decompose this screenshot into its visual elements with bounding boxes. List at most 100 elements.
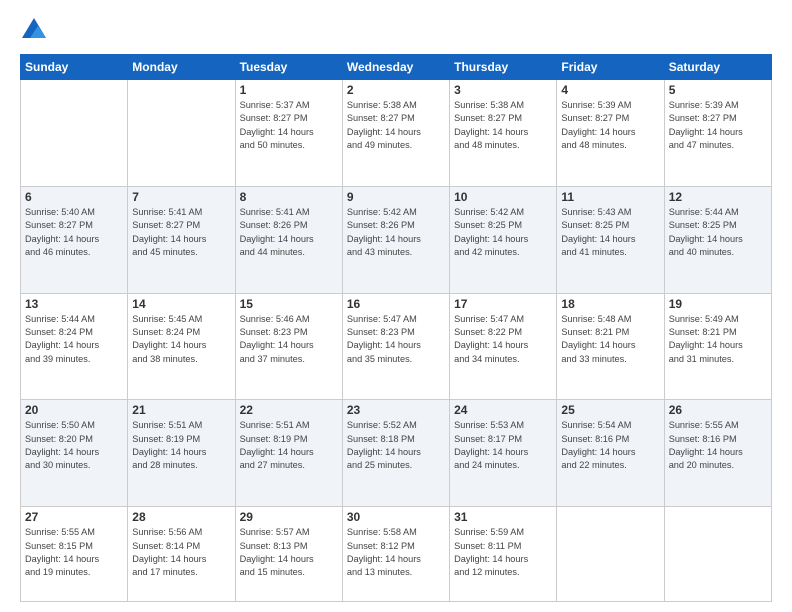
calendar-cell: 25 Sunrise: 5:54 AM Sunset: 8:16 PM Dayli… [557,400,664,507]
day-info: Sunrise: 5:45 AM Sunset: 8:24 PM Dayligh… [132,313,230,366]
day-number: 9 [347,190,445,204]
calendar-cell: 10 Sunrise: 5:42 AM Sunset: 8:25 PM Dayli… [450,186,557,293]
calendar-cell: 3 Sunrise: 5:38 AM Sunset: 8:27 PM Daylig… [450,80,557,187]
weekday-header-tuesday: Tuesday [235,55,342,80]
day-info: Sunrise: 5:51 AM Sunset: 8:19 PM Dayligh… [240,419,338,472]
day-number: 7 [132,190,230,204]
day-info: Sunrise: 5:59 AM Sunset: 8:11 PM Dayligh… [454,526,552,579]
day-number: 25 [561,403,659,417]
calendar-cell: 7 Sunrise: 5:41 AM Sunset: 8:27 PM Daylig… [128,186,235,293]
day-number: 29 [240,510,338,524]
day-info: Sunrise: 5:40 AM Sunset: 8:27 PM Dayligh… [25,206,123,259]
day-number: 26 [669,403,767,417]
calendar-cell: 23 Sunrise: 5:52 AM Sunset: 8:18 PM Dayli… [342,400,449,507]
day-info: Sunrise: 5:39 AM Sunset: 8:27 PM Dayligh… [669,99,767,152]
calendar-week-row: 6 Sunrise: 5:40 AM Sunset: 8:27 PM Daylig… [21,186,772,293]
weekday-header-sunday: Sunday [21,55,128,80]
day-info: Sunrise: 5:50 AM Sunset: 8:20 PM Dayligh… [25,419,123,472]
day-info: Sunrise: 5:48 AM Sunset: 8:21 PM Dayligh… [561,313,659,366]
weekday-header-monday: Monday [128,55,235,80]
calendar-cell: 24 Sunrise: 5:53 AM Sunset: 8:17 PM Dayli… [450,400,557,507]
day-info: Sunrise: 5:44 AM Sunset: 8:25 PM Dayligh… [669,206,767,259]
day-info: Sunrise: 5:38 AM Sunset: 8:27 PM Dayligh… [454,99,552,152]
calendar-cell [557,507,664,602]
calendar-cell: 15 Sunrise: 5:46 AM Sunset: 8:23 PM Dayli… [235,293,342,400]
day-info: Sunrise: 5:47 AM Sunset: 8:23 PM Dayligh… [347,313,445,366]
day-number: 4 [561,83,659,97]
day-number: 11 [561,190,659,204]
header [20,16,772,44]
day-number: 12 [669,190,767,204]
calendar-cell: 17Sunrise: 5:47 AM Sunset: 8:22 PM Dayli… [450,293,557,400]
calendar-cell: 18 Sunrise: 5:48 AM Sunset: 8:21 PM Dayli… [557,293,664,400]
calendar-cell [21,80,128,187]
calendar-cell: 11Sunrise: 5:43 AM Sunset: 8:25 PM Dayli… [557,186,664,293]
calendar-cell: 26 Sunrise: 5:55 AM Sunset: 8:16 PM Dayli… [664,400,771,507]
calendar-cell: 20 Sunrise: 5:50 AM Sunset: 8:20 PM Dayli… [21,400,128,507]
day-info: Sunrise: 5:46 AM Sunset: 8:23 PM Dayligh… [240,313,338,366]
day-number: 27 [25,510,123,524]
day-number: 13 [25,297,123,311]
day-info: Sunrise: 5:54 AM Sunset: 8:16 PM Dayligh… [561,419,659,472]
day-number: 15 [240,297,338,311]
calendar-cell: 13 Sunrise: 5:44 AM Sunset: 8:24 PM Dayli… [21,293,128,400]
day-number: 16 [347,297,445,311]
calendar-cell: 19 Sunrise: 5:49 AM Sunset: 8:21 PM Dayli… [664,293,771,400]
calendar-cell: 28 Sunrise: 5:56 AM Sunset: 8:14 PM Dayli… [128,507,235,602]
calendar-cell: 12 Sunrise: 5:44 AM Sunset: 8:25 PM Dayli… [664,186,771,293]
day-info: Sunrise: 5:58 AM Sunset: 8:12 PM Dayligh… [347,526,445,579]
day-number: 10 [454,190,552,204]
day-number: 24 [454,403,552,417]
calendar-cell: 14Sunrise: 5:45 AM Sunset: 8:24 PM Dayli… [128,293,235,400]
day-info: Sunrise: 5:51 AM Sunset: 8:19 PM Dayligh… [132,419,230,472]
day-info: Sunrise: 5:41 AM Sunset: 8:26 PM Dayligh… [240,206,338,259]
day-info: Sunrise: 5:52 AM Sunset: 8:18 PM Dayligh… [347,419,445,472]
day-number: 20 [25,403,123,417]
day-info: Sunrise: 5:56 AM Sunset: 8:14 PM Dayligh… [132,526,230,579]
day-info: Sunrise: 5:44 AM Sunset: 8:24 PM Dayligh… [25,313,123,366]
day-number: 18 [561,297,659,311]
day-number: 30 [347,510,445,524]
day-number: 6 [25,190,123,204]
day-number: 5 [669,83,767,97]
calendar-cell: 22Sunrise: 5:51 AM Sunset: 8:19 PM Dayli… [235,400,342,507]
logo [20,16,52,44]
page: SundayMondayTuesdayWednesdayThursdayFrid… [0,0,792,612]
day-info: Sunrise: 5:55 AM Sunset: 8:15 PM Dayligh… [25,526,123,579]
day-info: Sunrise: 5:47 AM Sunset: 8:22 PM Dayligh… [454,313,552,366]
calendar-cell [664,507,771,602]
day-number: 19 [669,297,767,311]
calendar-week-row: 20 Sunrise: 5:50 AM Sunset: 8:20 PM Dayli… [21,400,772,507]
calendar-week-row: 13 Sunrise: 5:44 AM Sunset: 8:24 PM Dayli… [21,293,772,400]
calendar-cell: 31Sunrise: 5:59 AM Sunset: 8:11 PM Dayli… [450,507,557,602]
calendar-cell: 2Sunrise: 5:38 AM Sunset: 8:27 PM Daylig… [342,80,449,187]
day-number: 1 [240,83,338,97]
calendar-table: SundayMondayTuesdayWednesdayThursdayFrid… [20,54,772,602]
calendar-cell: 21Sunrise: 5:51 AM Sunset: 8:19 PM Dayli… [128,400,235,507]
weekday-header-friday: Friday [557,55,664,80]
day-info: Sunrise: 5:42 AM Sunset: 8:25 PM Dayligh… [454,206,552,259]
day-info: Sunrise: 5:57 AM Sunset: 8:13 PM Dayligh… [240,526,338,579]
calendar-week-row: 1 Sunrise: 5:37 AM Sunset: 8:27 PM Daylig… [21,80,772,187]
day-info: Sunrise: 5:37 AM Sunset: 8:27 PM Dayligh… [240,99,338,152]
day-info: Sunrise: 5:49 AM Sunset: 8:21 PM Dayligh… [669,313,767,366]
weekday-header-wednesday: Wednesday [342,55,449,80]
weekday-header-thursday: Thursday [450,55,557,80]
calendar-cell: 1 Sunrise: 5:37 AM Sunset: 8:27 PM Daylig… [235,80,342,187]
calendar-cell: 8Sunrise: 5:41 AM Sunset: 8:26 PM Daylig… [235,186,342,293]
weekday-header-saturday: Saturday [664,55,771,80]
day-info: Sunrise: 5:41 AM Sunset: 8:27 PM Dayligh… [132,206,230,259]
calendar-cell: 30 Sunrise: 5:58 AM Sunset: 8:12 PM Dayli… [342,507,449,602]
calendar-cell [128,80,235,187]
day-info: Sunrise: 5:55 AM Sunset: 8:16 PM Dayligh… [669,419,767,472]
day-number: 2 [347,83,445,97]
calendar-cell: 6 Sunrise: 5:40 AM Sunset: 8:27 PM Daylig… [21,186,128,293]
day-info: Sunrise: 5:42 AM Sunset: 8:26 PM Dayligh… [347,206,445,259]
calendar-cell: 4 Sunrise: 5:39 AM Sunset: 8:27 PM Daylig… [557,80,664,187]
day-number: 28 [132,510,230,524]
calendar-cell: 9 Sunrise: 5:42 AM Sunset: 8:26 PM Daylig… [342,186,449,293]
day-number: 23 [347,403,445,417]
day-number: 3 [454,83,552,97]
day-info: Sunrise: 5:53 AM Sunset: 8:17 PM Dayligh… [454,419,552,472]
day-info: Sunrise: 5:39 AM Sunset: 8:27 PM Dayligh… [561,99,659,152]
